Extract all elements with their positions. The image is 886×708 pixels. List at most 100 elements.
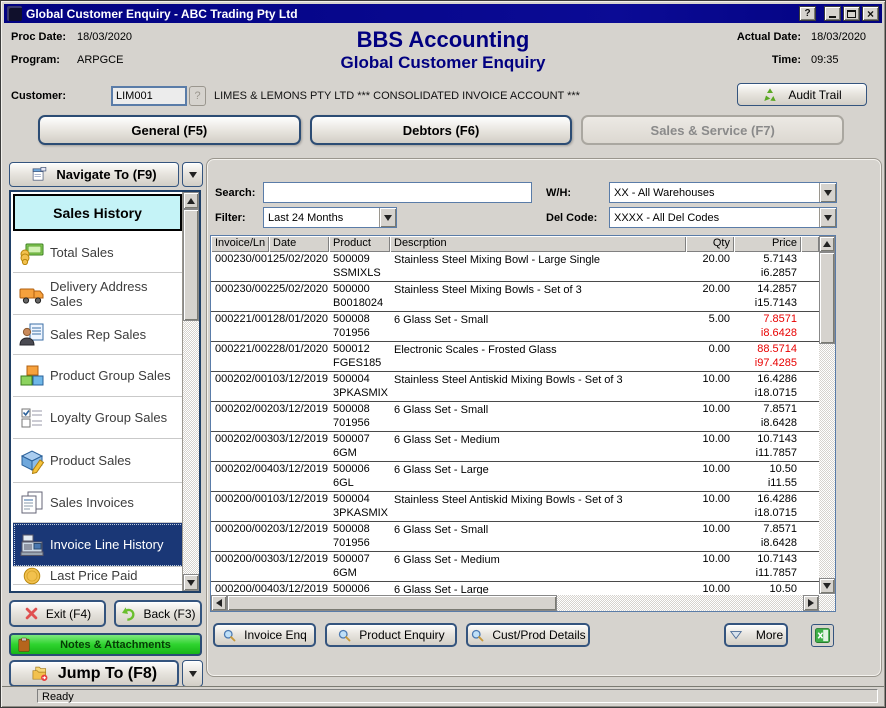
- table-row[interactable]: 000200/00403/12/20195000066 Glass Set - …: [211, 582, 819, 594]
- warehouse-value: XX - All Warehouses: [610, 187, 819, 199]
- table-scroll-left-button[interactable]: [211, 595, 227, 611]
- cell-prod: 500004: [333, 373, 370, 385]
- close-button[interactable]: ×: [862, 6, 879, 21]
- audit-trail-button[interactable]: Audit Trail: [737, 83, 867, 106]
- table-row[interactable]: 000200/00103/12/20195000043PKASMIXStainl…: [211, 492, 819, 522]
- sidebar-item-sales-invoices[interactable]: Sales Invoices: [13, 483, 184, 523]
- cell-pr2: i11.55: [716, 477, 797, 489]
- cell-pr1: 5.7143: [716, 253, 797, 265]
- warehouse-select[interactable]: XX - All Warehouses: [609, 182, 837, 203]
- invoice-enq-button[interactable]: Invoice Enq: [213, 623, 316, 647]
- app-icon: [7, 6, 22, 21]
- customer-lookup-button[interactable]: ?: [189, 86, 206, 106]
- exit-button[interactable]: Exit (F4): [9, 600, 106, 627]
- sidebar-scrollbar[interactable]: [182, 192, 199, 591]
- maximize-button[interactable]: [843, 6, 860, 21]
- cell-pr1: 10.50: [716, 463, 797, 475]
- table-row[interactable]: 000200/00303/12/20195000076GM6 Glass Set…: [211, 552, 819, 582]
- column-header-date[interactable]: Date: [269, 236, 329, 252]
- table-row[interactable]: 000202/00303/12/20195000076GM6 Glass Set…: [211, 432, 819, 462]
- recycle-icon: [762, 87, 778, 103]
- sidebar-items: Total SalesDelivery Address SalesSales R…: [13, 233, 184, 591]
- navigate-to-button[interactable]: Navigate To (F9): [9, 162, 179, 187]
- table-row[interactable]: 000230/00125/02/2020500009SSMIXLSStainle…: [211, 252, 819, 282]
- sidebar-list: Sales History Total SalesDelivery Addres…: [9, 190, 201, 593]
- sidebar-item-last-price-paid[interactable]: Last Price Paid: [13, 567, 184, 585]
- column-header-qty[interactable]: Qty: [686, 236, 734, 252]
- more-label: More: [756, 628, 783, 642]
- sidebar-item-total-sales[interactable]: Total Sales: [13, 233, 184, 273]
- jump-dropdown-button[interactable]: [182, 660, 203, 687]
- customer-code-input[interactable]: [111, 86, 187, 106]
- column-header-invoice-ln[interactable]: Invoice/Ln: [211, 236, 269, 252]
- table-row[interactable]: 000200/00203/12/20195000087019566 Glass …: [211, 522, 819, 552]
- cell-prod: 500009: [333, 253, 370, 265]
- sidebar-item-loyalty-group-sales[interactable]: Loyalty Group Sales: [13, 397, 184, 439]
- minimize-button[interactable]: [824, 6, 841, 21]
- column-header-product[interactable]: Product: [329, 236, 390, 252]
- cell-pr2: i8.6428: [716, 417, 797, 429]
- column-header-price[interactable]: Price: [734, 236, 801, 252]
- cell-inv: 000230/002: [215, 283, 273, 295]
- search-input[interactable]: [263, 182, 532, 203]
- table-scroll-right-button[interactable]: [803, 595, 819, 611]
- notes-attachments-button[interactable]: Notes & Attachments: [9, 633, 202, 656]
- sidebar-scroll-down-button[interactable]: [183, 574, 199, 591]
- cell-inv: 000200/001: [215, 493, 273, 505]
- column-header-descrption[interactable]: Descrption: [390, 236, 686, 252]
- cell-pr1: 7.8571: [716, 313, 797, 325]
- cell-pr2: i97.4285: [716, 357, 797, 369]
- tab-debtors-f6[interactable]: Debtors (F6): [310, 115, 573, 145]
- table-horizontal-scrollbar[interactable]: [211, 595, 819, 611]
- cell-desc: 6 Glass Set - Medium: [394, 553, 649, 567]
- table-row[interactable]: 000221/00228/01/2020500012FGES185Electro…: [211, 342, 819, 372]
- sidebar-item-invoice-line-history[interactable]: Invoice Line History: [13, 523, 184, 567]
- table-body: 000230/00125/02/2020500009SSMIXLSStainle…: [211, 252, 819, 594]
- table-row[interactable]: 000230/00225/02/2020500000B0018024Stainl…: [211, 282, 819, 312]
- cell-pr2: i8.6428: [716, 327, 797, 339]
- sidebar-scroll-thumb[interactable]: [183, 209, 199, 321]
- cell-date: 25/02/2020: [273, 283, 328, 295]
- export-excel-button[interactable]: [811, 624, 834, 647]
- chevron-down-icon: [189, 172, 197, 178]
- sidebar-item-sales-rep-sales[interactable]: Sales Rep Sales: [13, 315, 184, 355]
- blocks-icon: [17, 364, 47, 388]
- table-row[interactable]: 000202/00103/12/20195000043PKASMIXStainl…: [211, 372, 819, 402]
- column-header-filler[interactable]: [801, 236, 819, 252]
- cell-pr2: i6.2857: [716, 267, 797, 279]
- table-scroll-down-button[interactable]: [819, 578, 835, 594]
- sidebar-item-delivery-address-sales[interactable]: Delivery Address Sales: [13, 273, 184, 315]
- help-button[interactable]: ?: [799, 6, 816, 21]
- cell-prod2: 701956: [333, 537, 370, 549]
- jump-to-button[interactable]: Jump To (F8): [9, 660, 179, 687]
- sidebar-item-product-sales[interactable]: Product Sales: [13, 439, 184, 483]
- table-row[interactable]: 000202/00203/12/20195000087019566 Glass …: [211, 402, 819, 432]
- filter-dropdown-button[interactable]: [379, 208, 396, 227]
- table-vscroll-thumb[interactable]: [819, 252, 835, 344]
- table-row[interactable]: 000202/00403/12/20195000066GL6 Glass Set…: [211, 462, 819, 492]
- magnifier-icon: [470, 628, 485, 643]
- table-scroll-up-button[interactable]: [819, 236, 835, 252]
- cell-desc: 6 Glass Set - Small: [394, 403, 649, 417]
- del-code-dropdown-button[interactable]: [819, 208, 836, 227]
- filter-select[interactable]: Last 24 Months: [263, 207, 397, 228]
- table-vertical-scrollbar[interactable]: [819, 236, 835, 594]
- window-title: Global Customer Enquiry - ABC Trading Pt…: [26, 7, 797, 21]
- cell-prod: 500006: [333, 463, 370, 475]
- cust-prod-details-button[interactable]: Cust/Prod Details: [466, 623, 590, 647]
- warehouse-dropdown-button[interactable]: [819, 183, 836, 202]
- exit-label: Exit (F4): [46, 607, 91, 621]
- sidebar-item-product-group-sales[interactable]: Product Group Sales: [13, 355, 184, 397]
- more-button[interactable]: More: [724, 623, 788, 647]
- del-code-select[interactable]: XXXX - All Del Codes: [609, 207, 837, 228]
- close-icon: ×: [867, 8, 874, 20]
- sidebar-scroll-up-button[interactable]: [183, 192, 199, 209]
- cell-inv: 000202/002: [215, 403, 273, 415]
- table-hscroll-thumb[interactable]: [227, 595, 557, 611]
- table-row[interactable]: 000221/00128/01/20205000087019566 Glass …: [211, 312, 819, 342]
- back-button[interactable]: Back (F3): [114, 600, 202, 627]
- tab-general-f5[interactable]: General (F5): [38, 115, 301, 145]
- navigate-dropdown-button[interactable]: [182, 162, 203, 187]
- product-enquiry-button[interactable]: Product Enquiry: [325, 623, 457, 647]
- notes-attachments-label: Notes & Attachments: [31, 639, 200, 651]
